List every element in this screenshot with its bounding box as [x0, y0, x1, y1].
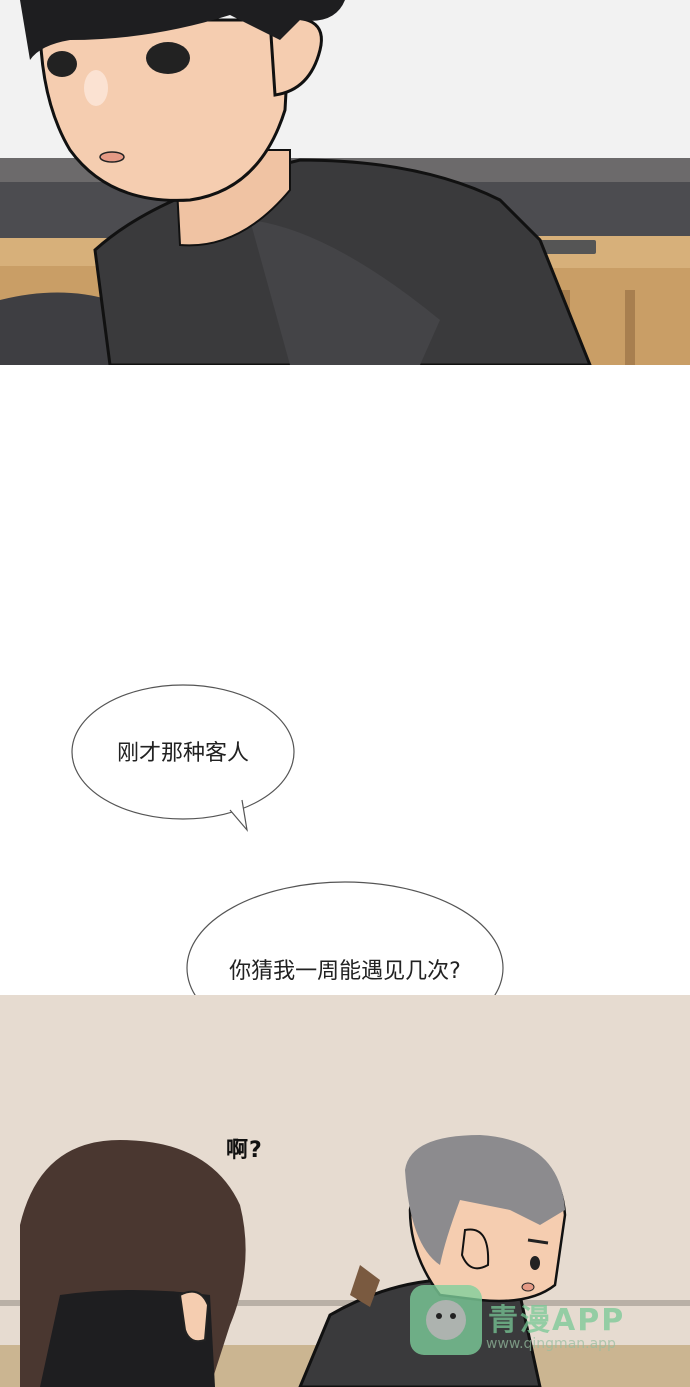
- speech-text-first: 刚才那种客人: [117, 741, 249, 766]
- character-right-eye: [146, 42, 190, 74]
- chair: [0, 292, 110, 365]
- sound-effect-text: 啊?: [226, 1138, 263, 1163]
- comic-panel-top: [0, 0, 690, 365]
- panel-top-illustration: [0, 0, 690, 365]
- character-left-eye: [47, 51, 77, 77]
- speech-text-second: 你猜我一周能遇见几次?: [229, 959, 461, 984]
- character-mouth: [99, 151, 125, 163]
- watermark-url: www.qingman.app: [486, 1336, 616, 1352]
- table-left: [0, 238, 110, 268]
- watermark-brand: 青漫APP: [488, 1303, 626, 1338]
- speech-bubble-first: 刚才那种客人: [71, 684, 295, 833]
